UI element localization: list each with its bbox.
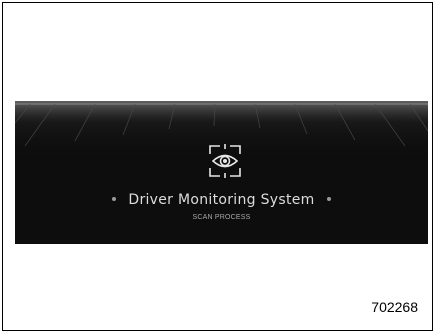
illustration-frame: Driver Monitoring System SCAN PROCESS 70…: [2, 2, 433, 331]
eye-scan-icon: [209, 144, 241, 178]
title-row: Driver Monitoring System: [15, 189, 428, 209]
display-screen: Driver Monitoring System SCAN PROCESS: [15, 101, 428, 244]
title-left-dot: [112, 196, 117, 201]
screen-subtitle: SCAN PROCESS: [192, 214, 251, 221]
screen-title: Driver Monitoring System: [128, 191, 315, 208]
title-right-dot: [326, 196, 331, 201]
figure-code: 702268: [371, 299, 418, 315]
